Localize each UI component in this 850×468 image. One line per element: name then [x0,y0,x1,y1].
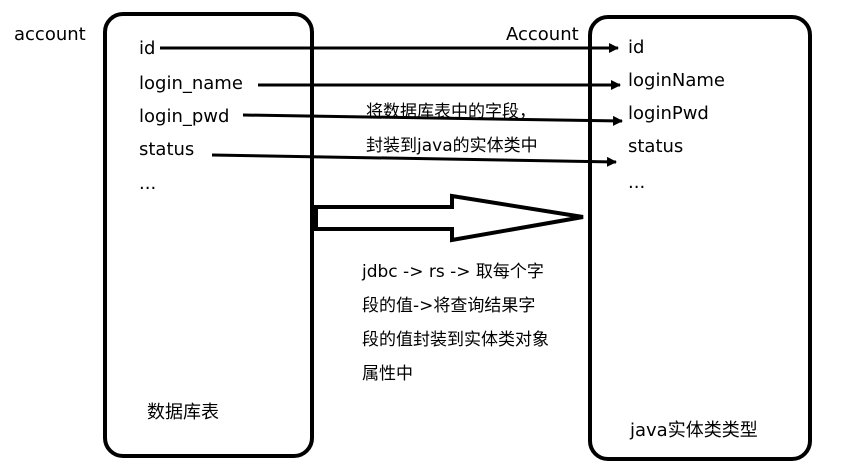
entity-field-more: ... [628,172,646,193]
conversion-block-arrow [314,193,584,243]
entity-class-footer: java实体类类型 [630,420,758,441]
entity-class-title: Account [506,24,579,45]
db-field-login-name: login_name [139,73,243,94]
db-field-more: ... [139,173,157,194]
db-field-login-pwd: login_pwd [139,106,230,127]
mapping-note: 将数据库表中的字段，封装到java的实体类中 [366,102,538,156]
db-table-footer: 数据库表 [147,402,219,423]
entity-field-login-pwd: loginPwd [628,103,709,124]
db-field-status: status [139,139,195,160]
entity-field-login-name: loginName [628,70,725,91]
entity-field-id: id [628,37,645,58]
process-note: jdbc -> rs -> 取每个字段的值->将查询结果字段的值封装到实体类对象… [362,262,549,384]
db-field-id: id [139,38,156,59]
db-table-title: account [14,24,86,45]
entity-field-status: status [628,136,684,157]
